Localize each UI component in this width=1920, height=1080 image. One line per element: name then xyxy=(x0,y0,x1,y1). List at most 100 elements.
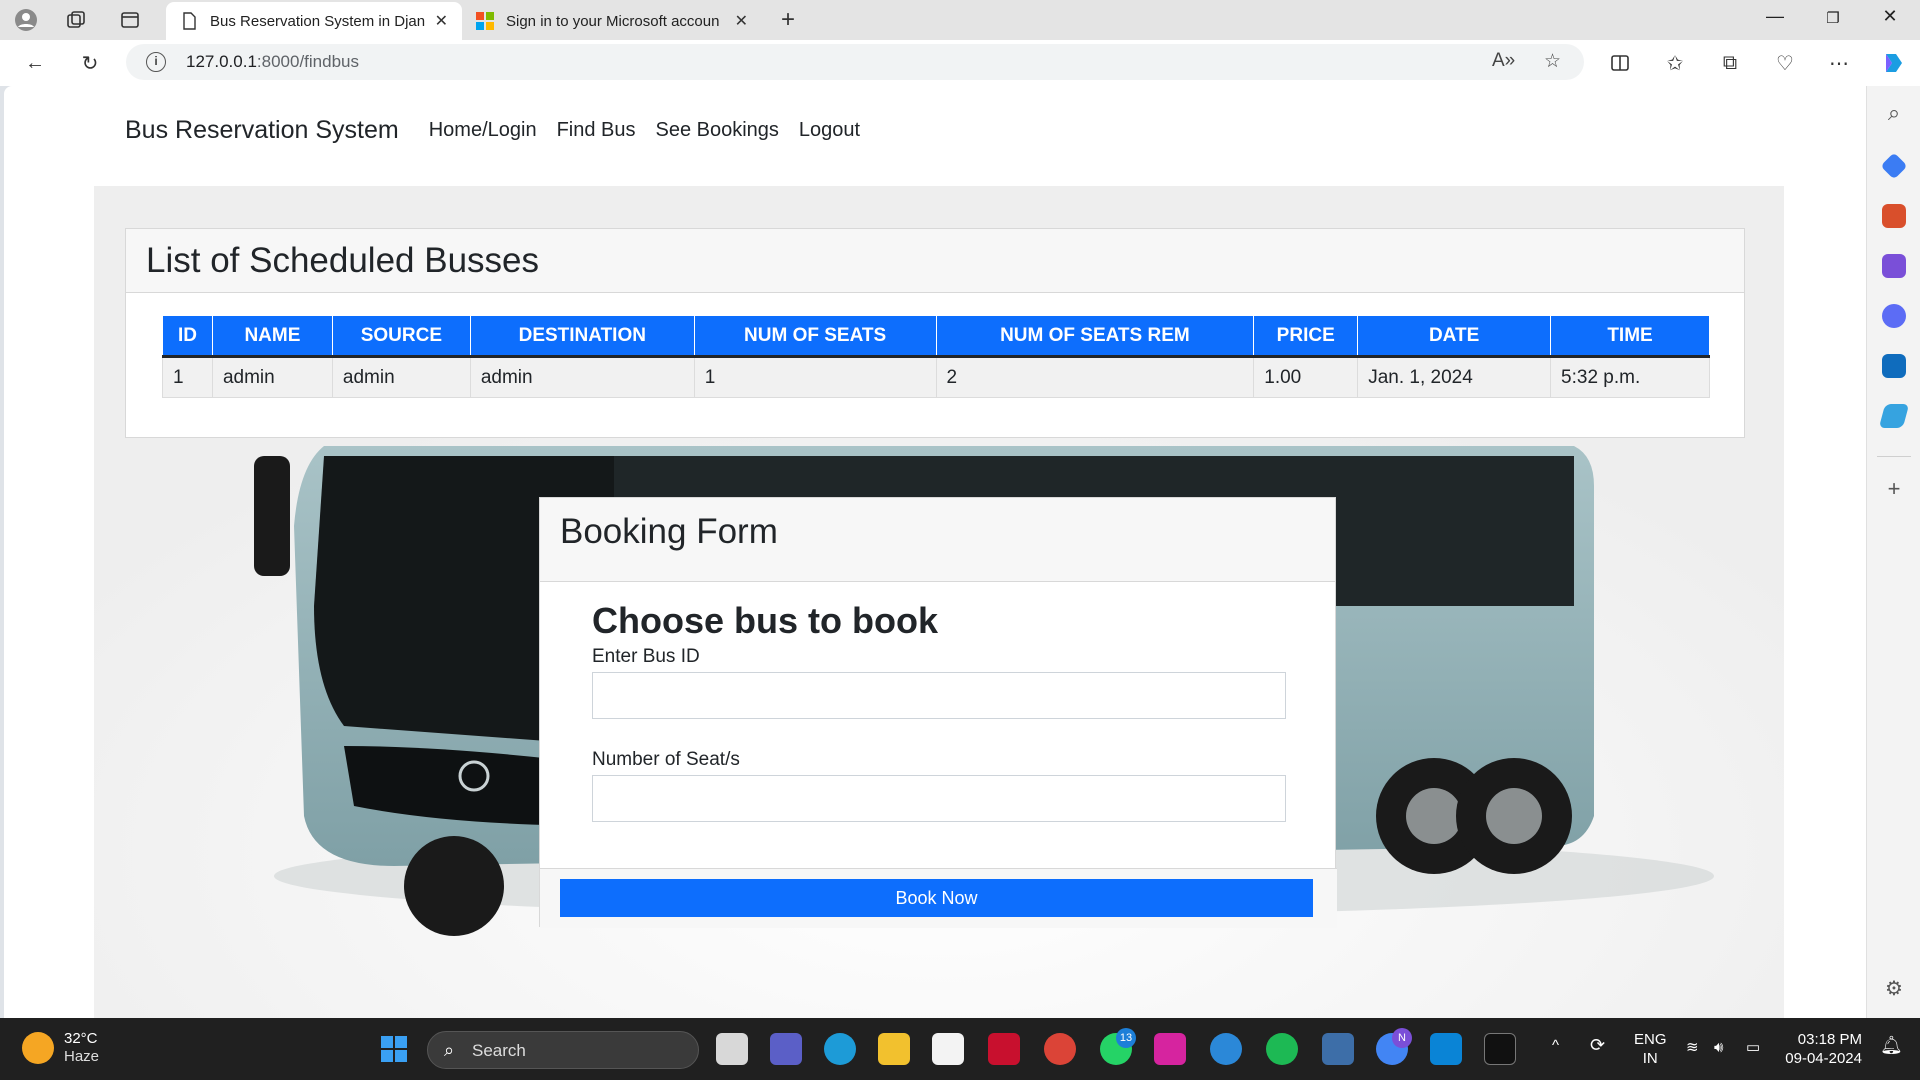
cell-destination: admin xyxy=(469,356,695,398)
tools-icon[interactable] xyxy=(1882,204,1906,228)
sync-icon[interactable]: ⟳ xyxy=(1590,1036,1605,1055)
settings-gear-icon[interactable]: ⚙ xyxy=(1882,976,1906,1001)
card-title: List of Scheduled Busses xyxy=(126,229,1744,293)
close-window-icon[interactable]: ✕ xyxy=(1870,6,1910,27)
weather-desc: Haze xyxy=(64,1048,100,1065)
column-header: NUM OF SEATS REM xyxy=(935,315,1255,358)
read-aloud-icon[interactable]: A» xyxy=(1492,50,1515,72)
chrome-icon[interactable] xyxy=(1044,1033,1076,1065)
scheduled-busses-card: List of Scheduled Busses ID NAME SOURCE … xyxy=(125,228,1745,438)
task-view-icon[interactable] xyxy=(716,1033,748,1065)
column-header: ID xyxy=(162,315,213,358)
column-header: NUM OF SEATS xyxy=(693,315,937,358)
favorite-star-icon[interactable]: ☆ xyxy=(1544,50,1561,73)
games-icon[interactable] xyxy=(1882,254,1906,278)
close-tab-icon[interactable]: ✕ xyxy=(735,11,748,31)
vscode-icon[interactable] xyxy=(1430,1033,1462,1065)
column-header: DATE xyxy=(1357,315,1552,358)
microsoft365-icon[interactable] xyxy=(1882,304,1906,328)
cell-price: 1.00 xyxy=(1253,356,1359,398)
close-tab-icon[interactable]: ✕ xyxy=(435,11,448,31)
column-header: TIME xyxy=(1550,315,1710,358)
card-footer: Book Now xyxy=(540,868,1337,928)
booking-form-card: Booking Form Choose bus to book Enter Bu… xyxy=(539,497,1337,928)
tab-title: Bus Reservation System in Djang xyxy=(210,12,425,30)
windows-taskbar: 32°C Haze ⌕ Search 13 N ^ ⟳ ENG IN ≋ 🔊︎ … xyxy=(0,1018,1920,1080)
drop-icon[interactable] xyxy=(1878,404,1910,428)
back-icon[interactable]: ← xyxy=(22,50,48,76)
brand-link[interactable]: Bus Reservation System xyxy=(125,116,399,145)
cell-name: admin xyxy=(211,356,333,398)
tab-bus-reservation[interactable]: Bus Reservation System in Djang ✕ xyxy=(166,2,462,40)
more-options-icon[interactable]: ⋯ xyxy=(1826,50,1852,76)
form-heading: Choose bus to book xyxy=(592,600,938,641)
minimize-icon[interactable]: — xyxy=(1755,6,1795,27)
bus-id-input[interactable] xyxy=(592,672,1286,719)
cell-id: 1 xyxy=(162,356,213,398)
add-icon[interactable]: + xyxy=(1882,476,1906,502)
bus-id-label: Enter Bus ID xyxy=(592,646,700,667)
new-tab-icon[interactable]: + xyxy=(776,6,800,33)
shopping-tag-icon[interactable] xyxy=(1880,152,1908,180)
windows-start-icon[interactable] xyxy=(378,1033,410,1065)
tab-microsoft-signin[interactable]: Sign in to your Microsoft accoun ✕ xyxy=(462,2,762,40)
split-screen-icon[interactable] xyxy=(1607,50,1633,76)
site-info-icon[interactable]: i xyxy=(146,52,166,72)
weather-widget[interactable]: 32°C Haze xyxy=(22,1030,99,1066)
taskbar-search[interactable]: ⌕ Search xyxy=(427,1031,699,1069)
tab-strip: Bus Reservation System in Djang ✕ Sign i… xyxy=(0,0,1920,40)
column-header: NAME xyxy=(211,315,333,358)
cell-time: 5:32 p.m. xyxy=(1550,356,1710,398)
table-row: 1 admin admin admin 1 2 1.00 Jan. 1, 202… xyxy=(162,356,1710,398)
spotify-icon[interactable] xyxy=(1266,1033,1298,1065)
instagram-icon[interactable] xyxy=(1154,1033,1186,1065)
page-icon xyxy=(183,12,196,30)
microsoft-logo-icon xyxy=(476,12,494,30)
seats-label: Number of Seat/s xyxy=(592,749,740,770)
book-now-button[interactable]: Book Now xyxy=(560,879,1313,917)
help-icon[interactable] xyxy=(1210,1033,1242,1065)
show-hidden-icons-icon[interactable]: ^ xyxy=(1552,1036,1559,1055)
url-text: 127.0.0.1:8000/findbus xyxy=(186,52,359,71)
file-explorer-icon[interactable] xyxy=(878,1033,910,1065)
edge-icon[interactable] xyxy=(824,1033,856,1065)
search-placeholder: Search xyxy=(472,1041,526,1060)
browser-essentials-icon[interactable]: ♡ xyxy=(1772,50,1798,76)
battery-icon[interactable]: ▭ xyxy=(1746,1038,1760,1057)
microsoft-store-icon[interactable] xyxy=(932,1033,964,1065)
address-bar[interactable]: i 127.0.0.1:8000/findbus A» ☆ xyxy=(126,44,1584,80)
profile-icon[interactable] xyxy=(14,8,38,32)
seats-input[interactable] xyxy=(592,775,1286,822)
copilot-icon[interactable] xyxy=(1880,50,1906,76)
collections-icon[interactable]: ⧉ xyxy=(1717,50,1743,76)
browser-toolbar: ← ↻ i 127.0.0.1:8000/findbus A» ☆ ✩ ⧉ ♡ … xyxy=(0,40,1920,86)
nav-logout[interactable]: Logout xyxy=(799,119,860,142)
python-idle-icon[interactable] xyxy=(1322,1033,1354,1065)
nav-see-bookings[interactable]: See Bookings xyxy=(656,119,779,142)
clock[interactable]: 03:18 PM 09-04-2024 xyxy=(1782,1030,1862,1068)
search-icon[interactable]: ⌕ xyxy=(1882,100,1906,126)
mcafee-icon[interactable] xyxy=(988,1033,1020,1065)
table-header-row: ID NAME SOURCE DESTINATION NUM OF SEATS … xyxy=(162,315,1710,358)
card-title: Booking Form xyxy=(540,498,1335,582)
refresh-icon[interactable]: ↻ xyxy=(77,50,103,76)
nav-find-bus[interactable]: Find Bus xyxy=(557,119,636,142)
workspaces-icon[interactable] xyxy=(64,8,88,32)
cell-num-seats-rem: 2 xyxy=(935,356,1255,398)
volume-icon[interactable]: 🔊︎ xyxy=(1714,1038,1723,1057)
language-indicator[interactable]: ENG IN xyxy=(1634,1030,1667,1068)
page-viewport: Bus Reservation System Home/Login Find B… xyxy=(4,86,1866,1018)
teams-chat-icon[interactable] xyxy=(770,1033,802,1065)
column-header: PRICE xyxy=(1253,315,1359,358)
terminal-icon[interactable] xyxy=(1484,1033,1516,1065)
notifications-bell-icon[interactable]: 🔔︎ xyxy=(1880,1036,1903,1055)
tab-actions-icon[interactable] xyxy=(118,8,142,32)
busses-table: ID NAME SOURCE DESTINATION NUM OF SEATS … xyxy=(162,315,1710,398)
wifi-icon[interactable]: ≋ xyxy=(1686,1038,1699,1057)
nav-home-login[interactable]: Home/Login xyxy=(429,119,537,142)
cell-source: admin xyxy=(331,356,471,398)
outlook-icon[interactable] xyxy=(1882,354,1906,378)
favorites-icon[interactable]: ✩ xyxy=(1662,50,1688,76)
restore-icon[interactable]: ❐ xyxy=(1813,9,1853,27)
column-header: DESTINATION xyxy=(469,315,695,358)
